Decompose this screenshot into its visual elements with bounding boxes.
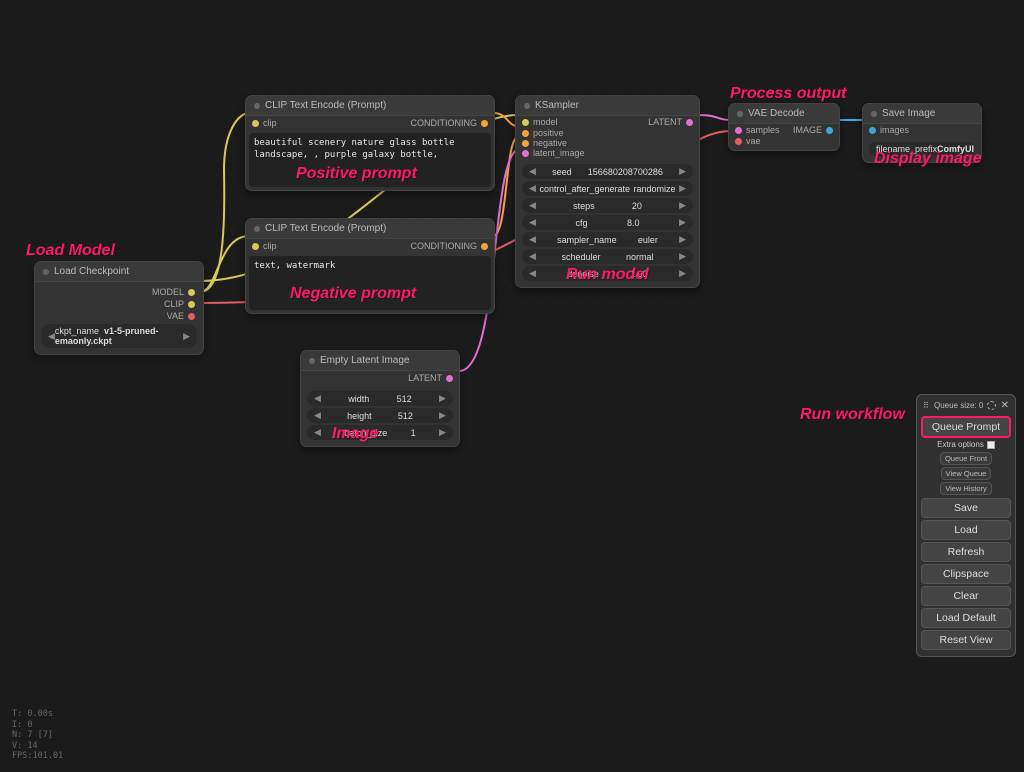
node-title: CLIP Text Encode (Prompt)	[265, 223, 386, 234]
view-queue-button[interactable]: View Queue	[941, 467, 992, 480]
port-clip[interactable]	[188, 301, 195, 308]
node-title: VAE Decode	[748, 108, 805, 119]
drag-handle-icon[interactable]: ⠿	[923, 401, 930, 410]
widget-width[interactable]: ◀width512▶	[307, 391, 453, 406]
node-header[interactable]: CLIP Text Encode (Prompt)	[246, 96, 494, 116]
widget-sampler-name[interactable]: ◀sampler_nameeuler▶	[522, 232, 693, 247]
node-title: Load Checkpoint	[54, 266, 129, 277]
prompt-input[interactable]: text, watermark	[249, 256, 491, 310]
arrow-right-icon[interactable]: ▶	[183, 331, 190, 342]
save-button[interactable]: Save	[921, 498, 1011, 518]
node-header[interactable]: Load Checkpoint	[35, 262, 203, 282]
port-samples-in[interactable]	[735, 127, 742, 134]
load-default-button[interactable]: Load Default	[921, 608, 1011, 628]
port-model[interactable]	[188, 289, 195, 296]
node-title: Empty Latent Image	[320, 355, 410, 366]
widget-scheduler[interactable]: ◀schedulernormal▶	[522, 249, 693, 264]
port-latent-in[interactable]	[522, 150, 529, 157]
port-image-out[interactable]	[826, 127, 833, 134]
gear-icon[interactable]	[987, 401, 996, 410]
collapse-dot-icon[interactable]	[737, 111, 743, 117]
widget-steps[interactable]: ◀steps20▶	[522, 198, 693, 213]
port-latent-out[interactable]	[686, 119, 693, 126]
node-header[interactable]: VAE Decode	[729, 104, 839, 124]
widget-denoise[interactable]: ◀denoise1.00▶	[522, 266, 693, 281]
port-model-in[interactable]	[522, 119, 529, 126]
queue-size-label: Queue size: 0	[934, 401, 983, 410]
port-vae-in[interactable]	[735, 138, 742, 145]
node-load-checkpoint[interactable]: Load Checkpoint MODEL CLIP VAE ◀ ckpt_na…	[34, 261, 204, 355]
extra-options-label: Extra options	[937, 440, 984, 449]
perf-metrics: T: 0.00s I: 0 N: 7 [7] V: 14 FPS:101.01	[12, 709, 63, 762]
node-title: CLIP Text Encode (Prompt)	[265, 100, 386, 111]
clear-button[interactable]: Clear	[921, 586, 1011, 606]
port-positive-in[interactable]	[522, 130, 529, 137]
node-empty-latent[interactable]: Empty Latent Image LATENT ◀width512▶ ◀he…	[300, 350, 460, 447]
node-header[interactable]: KSampler	[516, 96, 699, 116]
port-vae[interactable]	[188, 313, 195, 320]
collapse-dot-icon[interactable]	[871, 111, 877, 117]
node-header[interactable]: CLIP Text Encode (Prompt)	[246, 219, 494, 239]
clipspace-button[interactable]: Clipspace	[921, 564, 1011, 584]
refresh-button[interactable]: Refresh	[921, 542, 1011, 562]
collapse-dot-icon[interactable]	[43, 269, 49, 275]
widget-seed[interactable]: ◀seed156680208700286▶	[522, 164, 693, 179]
annot-run-workflow: Run workflow	[800, 406, 905, 424]
widget-filename-prefix[interactable]: filename_prefixComfyUI	[869, 142, 975, 156]
node-save-image[interactable]: Save Image images filename_prefixComfyUI	[862, 103, 982, 163]
port-latent[interactable]	[446, 375, 453, 382]
close-icon[interactable]: ✕	[1001, 400, 1009, 411]
node-header[interactable]: Empty Latent Image	[301, 351, 459, 371]
annot-process-output: Process output	[730, 85, 846, 103]
annot-load-model: Load Model	[26, 242, 115, 260]
menu-panel[interactable]: ⠿ Queue size: 0 ✕ Queue Prompt Extra opt…	[916, 394, 1016, 657]
prompt-input[interactable]: beautiful scenery nature glass bottle la…	[249, 133, 491, 187]
port-conditioning[interactable]	[481, 243, 488, 250]
queue-front-button[interactable]: Queue Front	[940, 452, 992, 465]
collapse-dot-icon[interactable]	[254, 103, 260, 109]
widget-ckpt-name[interactable]: ◀ ckpt_name v1-5-pruned-emaonly.ckpt ▶	[41, 324, 197, 348]
view-history-button[interactable]: View History	[940, 482, 992, 495]
extra-options-checkbox[interactable]	[987, 441, 995, 449]
node-header[interactable]: Save Image	[863, 104, 981, 124]
node-clip-text-negative[interactable]: CLIP Text Encode (Prompt) clip CONDITION…	[245, 218, 495, 314]
port-conditioning[interactable]	[481, 120, 488, 127]
reset-view-button[interactable]: Reset View	[921, 630, 1011, 650]
widget-batch-size[interactable]: ◀batch_size1▶	[307, 425, 453, 440]
collapse-dot-icon[interactable]	[254, 226, 260, 232]
widget-control-after-generate[interactable]: ◀control_after_generaterandomize▶	[522, 181, 693, 196]
port-images-in[interactable]	[869, 127, 876, 134]
node-title: KSampler	[535, 100, 579, 111]
load-button[interactable]: Load	[921, 520, 1011, 540]
arrow-left-icon[interactable]: ◀	[48, 331, 55, 342]
port-clip-in[interactable]	[252, 120, 259, 127]
port-clip-in[interactable]	[252, 243, 259, 250]
port-negative-in[interactable]	[522, 140, 529, 147]
node-clip-text-positive[interactable]: CLIP Text Encode (Prompt) clip CONDITION…	[245, 95, 495, 191]
collapse-dot-icon[interactable]	[524, 103, 530, 109]
node-title: Save Image	[882, 108, 935, 119]
queue-prompt-button[interactable]: Queue Prompt	[921, 416, 1011, 438]
node-ksampler[interactable]: KSampler modelLATENT positive negative l…	[515, 95, 700, 288]
node-vae-decode[interactable]: VAE Decode samplesIMAGE vae	[728, 103, 840, 151]
collapse-dot-icon[interactable]	[309, 358, 315, 364]
widget-cfg[interactable]: ◀cfg8.0▶	[522, 215, 693, 230]
widget-height[interactable]: ◀height512▶	[307, 408, 453, 423]
